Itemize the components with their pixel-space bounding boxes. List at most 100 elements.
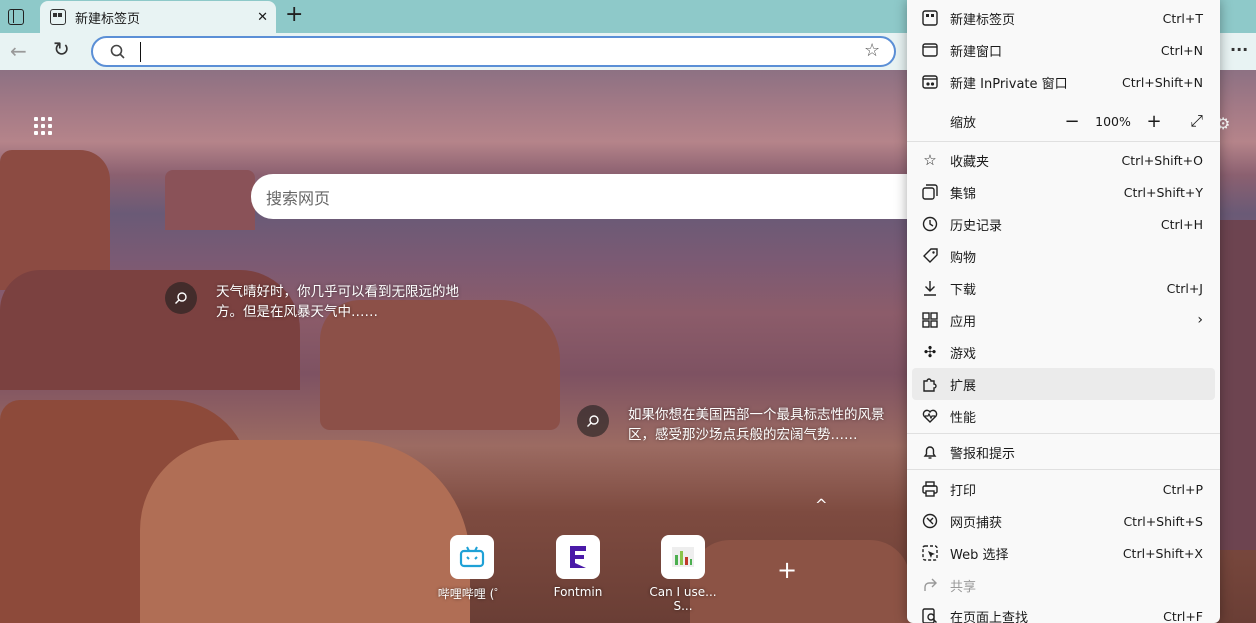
quick-link-label: Fontmin (553, 585, 603, 599)
download-icon (921, 279, 939, 297)
refresh-icon[interactable]: ↻ (53, 37, 70, 61)
menu-item-label: 在页面上查找 (950, 610, 1029, 623)
menu-item-new-inprivate-window[interactable]: 新建 InPrivate 窗口 Ctrl+Shift+N (912, 66, 1215, 98)
menu-item-shortcut: Ctrl+Shift+X (1122, 545, 1203, 561)
menu-item-games[interactable]: ✣ 游戏 (912, 336, 1215, 368)
menu-item-shortcut: Ctrl+Shift+O (1121, 152, 1203, 168)
web-search-placeholder: 搜索网页 (266, 188, 331, 208)
menu-item-label: 新建标签页 (950, 12, 1016, 28)
fontmin-icon (556, 535, 600, 579)
quick-link-label: Can I use... S... (649, 585, 717, 613)
menu-item-favorites[interactable]: ☆ 收藏夹 Ctrl+Shift+O (912, 144, 1215, 176)
menu-item-alerts[interactable]: 警报和提示 (912, 436, 1215, 468)
new-tab-page-icon (50, 9, 66, 25)
menu-item-zoom: 缩放 − 100% + ⤢ (912, 104, 1215, 138)
info-hotspot-1[interactable]: 天气晴好时，你几乎可以看到无限远的地方。但是在风暴天气中…… (165, 282, 485, 322)
menu-item-shopping[interactable]: 购物 (912, 240, 1215, 272)
menu-item-label: 购物 (950, 250, 977, 266)
menu-item-new-tab[interactable]: 新建标签页 Ctrl+T (912, 2, 1215, 34)
new-tab-icon (921, 9, 939, 27)
menu-item-label: 新建窗口 (950, 44, 1003, 60)
magnifier-icon (577, 405, 609, 437)
new-window-icon (921, 41, 939, 59)
more-button[interactable]: ··· (1230, 40, 1248, 59)
apps-icon (921, 311, 939, 329)
menu-item-shortcut: Ctrl+P (1162, 481, 1203, 497)
favorites-icon: ☆ (923, 151, 937, 169)
menu-item-new-window[interactable]: 新建窗口 Ctrl+N (912, 34, 1215, 66)
menu-item-web-select[interactable]: Web 选择 Ctrl+Shift+X (912, 537, 1215, 569)
zoom-out-button[interactable]: − (1059, 111, 1085, 132)
settings-menu: 新建标签页 Ctrl+T 新建窗口 Ctrl+N 新建 InPrivate 窗口… (907, 0, 1220, 623)
printer-icon (921, 480, 939, 498)
menu-item-label: 历史记录 (950, 218, 1003, 234)
zoom-in-button[interactable]: + (1141, 111, 1167, 132)
menu-item-label: 警报和提示 (950, 446, 1016, 462)
info-hotspot-2[interactable]: 如果你想在美国西部一个最具标志性的风景区，感受那沙场点兵般的宏阔气势…… (577, 405, 897, 445)
zoom-level: 100% (1095, 113, 1131, 129)
performance-heart-icon (921, 407, 939, 425)
menu-item-label: 网页捕获 (950, 515, 1003, 531)
menu-item-label: 新建 InPrivate 窗口 (950, 76, 1068, 92)
address-input[interactable] (140, 42, 141, 62)
menu-item-label: 下载 (950, 282, 977, 298)
menu-item-label: 集锦 (950, 186, 977, 202)
menu-item-history[interactable]: 历史记录 Ctrl+H (912, 208, 1215, 240)
tab-actions-icon[interactable] (8, 9, 24, 25)
quick-link-tile[interactable]: Fontmin (533, 535, 623, 599)
quick-link-label: 哔哩哔哩 (゜ (437, 587, 507, 601)
menu-item-label: 扩展 (950, 378, 977, 394)
info-text-2: 如果你想在美国西部一个最具标志性的风景区，感受那沙场点兵般的宏阔气势…… (628, 407, 885, 443)
menu-item-shortcut: Ctrl+Shift+S (1123, 513, 1203, 529)
inprivate-icon (921, 73, 939, 91)
address-bar[interactable]: ☆ (91, 36, 896, 67)
menu-item-collections[interactable]: 集锦 Ctrl+Shift+Y (912, 176, 1215, 208)
collapse-chevron-icon[interactable]: ^ (815, 496, 828, 514)
menu-item-label: 收藏夹 (950, 154, 990, 170)
add-favorite-icon[interactable]: ☆ (864, 40, 880, 61)
menu-item-print[interactable]: 打印 Ctrl+P (912, 473, 1215, 505)
menu-item-downloads[interactable]: 下载 Ctrl+J (912, 272, 1215, 304)
menu-item-performance[interactable]: 性能 (912, 400, 1215, 432)
shopping-tag-icon (921, 247, 939, 265)
caniuse-icon (661, 535, 705, 579)
menu-item-label: 性能 (950, 410, 977, 426)
menu-item-extensions[interactable]: 扩展 (912, 368, 1215, 400)
menu-item-share: 共享 (912, 569, 1215, 601)
web-select-icon (921, 544, 939, 562)
back-icon[interactable]: ← (10, 39, 27, 63)
tab-new-tab[interactable]: 新建标签页 ✕ (40, 1, 276, 33)
find-on-page-icon (921, 607, 939, 623)
menu-item-find-on-page[interactable]: 在页面上查找 Ctrl+F (912, 600, 1215, 623)
menu-item-shortcut: Ctrl+H (1160, 216, 1203, 232)
bilibili-icon (450, 535, 494, 579)
apps-launcher-icon[interactable] (34, 117, 52, 135)
new-tab-button[interactable]: + (285, 2, 303, 27)
menu-item-label: Web 选择 (950, 547, 1009, 563)
quick-link-tile[interactable]: Can I use... S... (638, 535, 728, 613)
menu-divider (907, 141, 1220, 142)
extensions-puzzle-icon (921, 375, 939, 393)
menu-item-label: 应用 (950, 314, 977, 330)
info-text-1: 天气晴好时，你几乎可以看到无限远的地方。但是在风暴天气中…… (216, 284, 459, 320)
menu-item-apps[interactable]: 应用 › (912, 304, 1215, 336)
menu-item-label: 共享 (950, 579, 977, 595)
bell-icon (921, 443, 939, 461)
menu-divider (907, 469, 1220, 470)
web-search-box[interactable]: 搜索网页 (251, 174, 931, 219)
menu-item-shortcut: Ctrl+N (1160, 42, 1203, 58)
collections-icon (921, 183, 939, 201)
quick-link-tile[interactable]: 哔哩哔哩 (゜ (427, 535, 517, 602)
web-capture-icon (921, 512, 939, 530)
menu-item-shortcut: Ctrl+Shift+Y (1123, 184, 1203, 200)
fullscreen-icon[interactable]: ⤢ (1167, 111, 1203, 131)
menu-item-shortcut: Ctrl+J (1166, 280, 1203, 296)
menu-item-label: 缩放 (950, 115, 977, 131)
close-tab-icon[interactable]: ✕ (257, 10, 268, 25)
menu-item-shortcut: Ctrl+F (1163, 608, 1203, 623)
menu-item-web-capture[interactable]: 网页捕获 Ctrl+Shift+S (912, 505, 1215, 537)
search-icon (110, 44, 125, 59)
share-icon (921, 576, 939, 594)
menu-divider (907, 433, 1220, 434)
add-quick-link-button[interactable]: + (777, 556, 797, 584)
